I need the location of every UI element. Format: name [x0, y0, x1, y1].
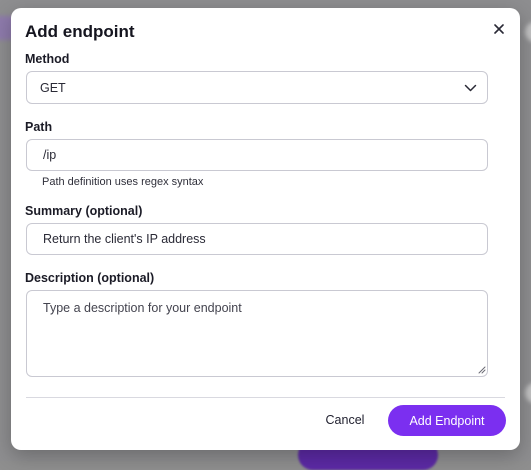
path-label: Path: [25, 120, 53, 134]
summary-input[interactable]: [26, 223, 488, 255]
method-selected-value: GET: [40, 81, 66, 95]
close-button[interactable]: [490, 20, 508, 38]
description-label: Description (optional): [25, 271, 155, 285]
path-helper-text: Path definition uses regex syntax: [42, 176, 204, 188]
method-label: Method: [25, 52, 70, 66]
dialog-title: Add endpoint: [25, 22, 135, 41]
background-element: [525, 22, 531, 42]
path-input[interactable]: [26, 139, 488, 171]
chevron-down-icon: [464, 84, 477, 92]
add-endpoint-button[interactable]: Add Endpoint: [388, 405, 506, 436]
method-select[interactable]: GET: [26, 71, 488, 104]
description-textarea[interactable]: [26, 290, 488, 377]
cancel-button[interactable]: Cancel: [315, 406, 375, 434]
resize-handle-icon[interactable]: [477, 365, 486, 374]
add-endpoint-dialog: Add endpoint Method GET Path Path defini…: [11, 8, 520, 450]
close-icon: [494, 24, 504, 34]
background-element: [525, 383, 531, 403]
summary-label: Summary (optional): [25, 204, 143, 218]
footer-divider: [26, 397, 505, 398]
